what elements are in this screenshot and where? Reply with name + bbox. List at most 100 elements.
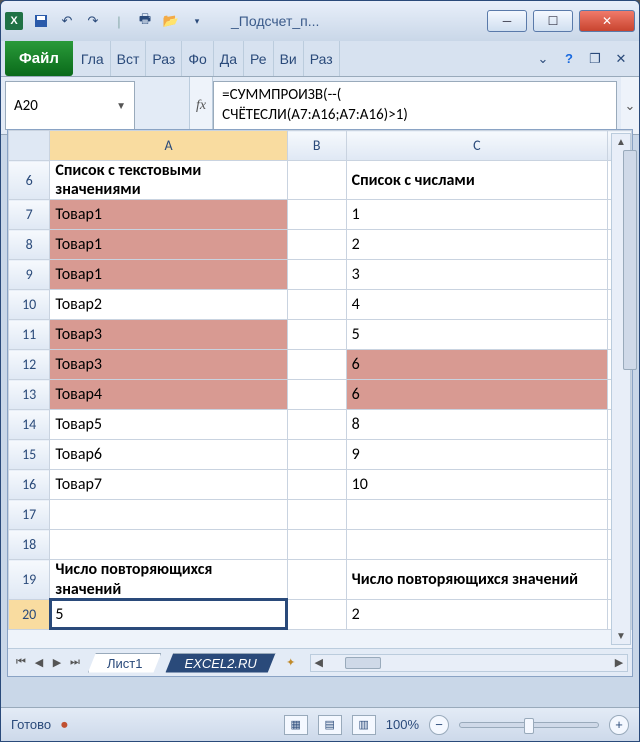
name-box-dropdown-icon[interactable]: ▼ (116, 99, 126, 112)
cell[interactable]: Товар4 (50, 380, 287, 410)
ribbon-minimize-icon[interactable]: ⌄ (533, 49, 553, 69)
cell[interactable] (287, 230, 346, 260)
close-button[interactable]: ✕ (579, 10, 635, 32)
name-box[interactable]: A20 ▼ (5, 81, 135, 130)
row-header[interactable]: 18 (9, 530, 50, 560)
row-header[interactable]: 16 (9, 470, 50, 500)
tab-review[interactable]: Ре (244, 41, 274, 76)
formula-input[interactable]: =СУММПРОИЗВ(--( СЧЁТЕСЛИ(A7:A16;A7:A16)>… (213, 81, 617, 130)
view-page-break-icon[interactable]: ▥ (352, 715, 376, 735)
row-header[interactable]: 10 (9, 290, 50, 320)
col-header-A[interactable]: A (50, 131, 287, 161)
sheet-nav-first-icon[interactable]: ⏮ (12, 654, 30, 672)
view-page-layout-icon[interactable]: ▤ (318, 715, 342, 735)
cell[interactable]: Товар1 (50, 230, 287, 260)
cell[interactable] (287, 500, 346, 530)
hscroll-left-icon[interactable]: ◀ (311, 656, 327, 669)
cell[interactable] (346, 530, 607, 560)
cell[interactable] (287, 350, 346, 380)
row-header[interactable]: 6 (9, 161, 50, 200)
select-all-corner[interactable] (9, 131, 50, 161)
cell[interactable] (287, 290, 346, 320)
vscroll-thumb[interactable] (623, 150, 637, 370)
cell[interactable]: 9 (346, 440, 607, 470)
save-icon[interactable] (31, 11, 51, 31)
cell[interactable] (287, 599, 346, 629)
row-header[interactable]: 13 (9, 380, 50, 410)
cell[interactable]: 8 (346, 410, 607, 440)
cell[interactable]: Товар5 (50, 410, 287, 440)
cell[interactable]: Товар3 (50, 320, 287, 350)
cell[interactable]: Список с текстовыми значениями (50, 161, 287, 200)
col-header-C[interactable]: C (346, 131, 607, 161)
cell[interactable] (346, 500, 607, 530)
cell[interactable] (287, 530, 346, 560)
tab-layout[interactable]: Раз (146, 41, 182, 76)
cell[interactable] (287, 440, 346, 470)
sheet-tab-1[interactable]: Лист1 (88, 653, 161, 673)
tab-formulas[interactable]: Фо (182, 41, 213, 76)
cell[interactable]: Товар7 (50, 470, 287, 500)
cell[interactable]: 2 (346, 599, 607, 629)
cell[interactable]: 2 (346, 230, 607, 260)
row-header[interactable]: 12 (9, 350, 50, 380)
macro-record-icon[interactable]: ⏺ (61, 717, 68, 733)
cell[interactable]: 6 (346, 350, 607, 380)
cell[interactable] (287, 380, 346, 410)
help-icon[interactable]: ? (559, 49, 579, 69)
doc-close-icon[interactable]: ✕ (611, 49, 631, 69)
cell[interactable]: 3 (346, 260, 607, 290)
cell[interactable]: Число повторяющихся значений (346, 560, 607, 599)
sheet-nav-next-icon[interactable]: ▶ (48, 654, 66, 672)
print-preview-icon[interactable]: 🖶 (135, 11, 155, 31)
view-normal-icon[interactable]: ▦ (284, 715, 308, 735)
formula-expand-icon[interactable]: ⌄ (621, 77, 639, 134)
cell[interactable] (287, 320, 346, 350)
row-header[interactable]: 11 (9, 320, 50, 350)
sheet-nav-prev-icon[interactable]: ◀ (30, 654, 48, 672)
cell[interactable]: Товар2 (50, 290, 287, 320)
cell[interactable]: 6 (346, 380, 607, 410)
open-icon[interactable]: 📂 (161, 11, 181, 31)
cell[interactable]: Товар6 (50, 440, 287, 470)
tab-data[interactable]: Да (214, 41, 244, 76)
row-header[interactable]: 8 (9, 230, 50, 260)
cell[interactable]: Число повторяющихся значений (50, 560, 287, 599)
cell[interactable]: Товар3 (50, 350, 287, 380)
insert-sheet-icon[interactable]: ✦ (282, 654, 300, 672)
doc-restore-icon[interactable]: ❐ (585, 49, 605, 69)
fx-button[interactable]: fx (189, 77, 213, 134)
cell[interactable]: 1 (346, 200, 607, 230)
row-header[interactable]: 14 (9, 410, 50, 440)
file-tab[interactable]: Файл (5, 41, 73, 76)
zoom-slider-knob[interactable] (524, 718, 534, 734)
cell[interactable] (287, 260, 346, 290)
tab-home[interactable]: Гла (75, 41, 111, 76)
horizontal-scrollbar[interactable]: ◀ ▶ (310, 654, 628, 672)
vertical-scrollbar[interactable]: ▲ ▼ (611, 133, 631, 645)
vscroll-down-icon[interactable]: ▼ (612, 628, 630, 644)
vscroll-up-icon[interactable]: ▲ (612, 134, 630, 150)
undo-icon[interactable]: ↶ (57, 11, 77, 31)
sheet-tab-2[interactable]: EXCEL2.RU (165, 653, 275, 673)
cell[interactable]: Товар1 (50, 260, 287, 290)
tab-dev[interactable]: Раз (304, 41, 340, 76)
minimize-button[interactable]: ─ (487, 10, 527, 32)
hscroll-thumb[interactable] (345, 657, 381, 669)
qat-dropdown-icon[interactable]: ▾ (187, 11, 207, 31)
cell[interactable] (287, 470, 346, 500)
row-header[interactable]: 19 (9, 560, 50, 599)
cell[interactable] (287, 161, 346, 200)
sheet-nav-last-icon[interactable]: ⏭ (66, 654, 84, 672)
row-header[interactable]: 17 (9, 500, 50, 530)
row-header[interactable]: 15 (9, 440, 50, 470)
grid[interactable]: A B C 6Список с текстовыми значениямиСпи… (8, 130, 632, 648)
cell[interactable]: Товар1 (50, 200, 287, 230)
tab-view[interactable]: Ви (274, 41, 304, 76)
col-header-B[interactable]: B (287, 131, 346, 161)
zoom-out-button[interactable]: − (429, 715, 449, 735)
cell[interactable] (287, 560, 346, 599)
tab-insert[interactable]: Вст (111, 41, 147, 76)
cell[interactable] (50, 500, 287, 530)
redo-icon[interactable]: ↷ (83, 11, 103, 31)
